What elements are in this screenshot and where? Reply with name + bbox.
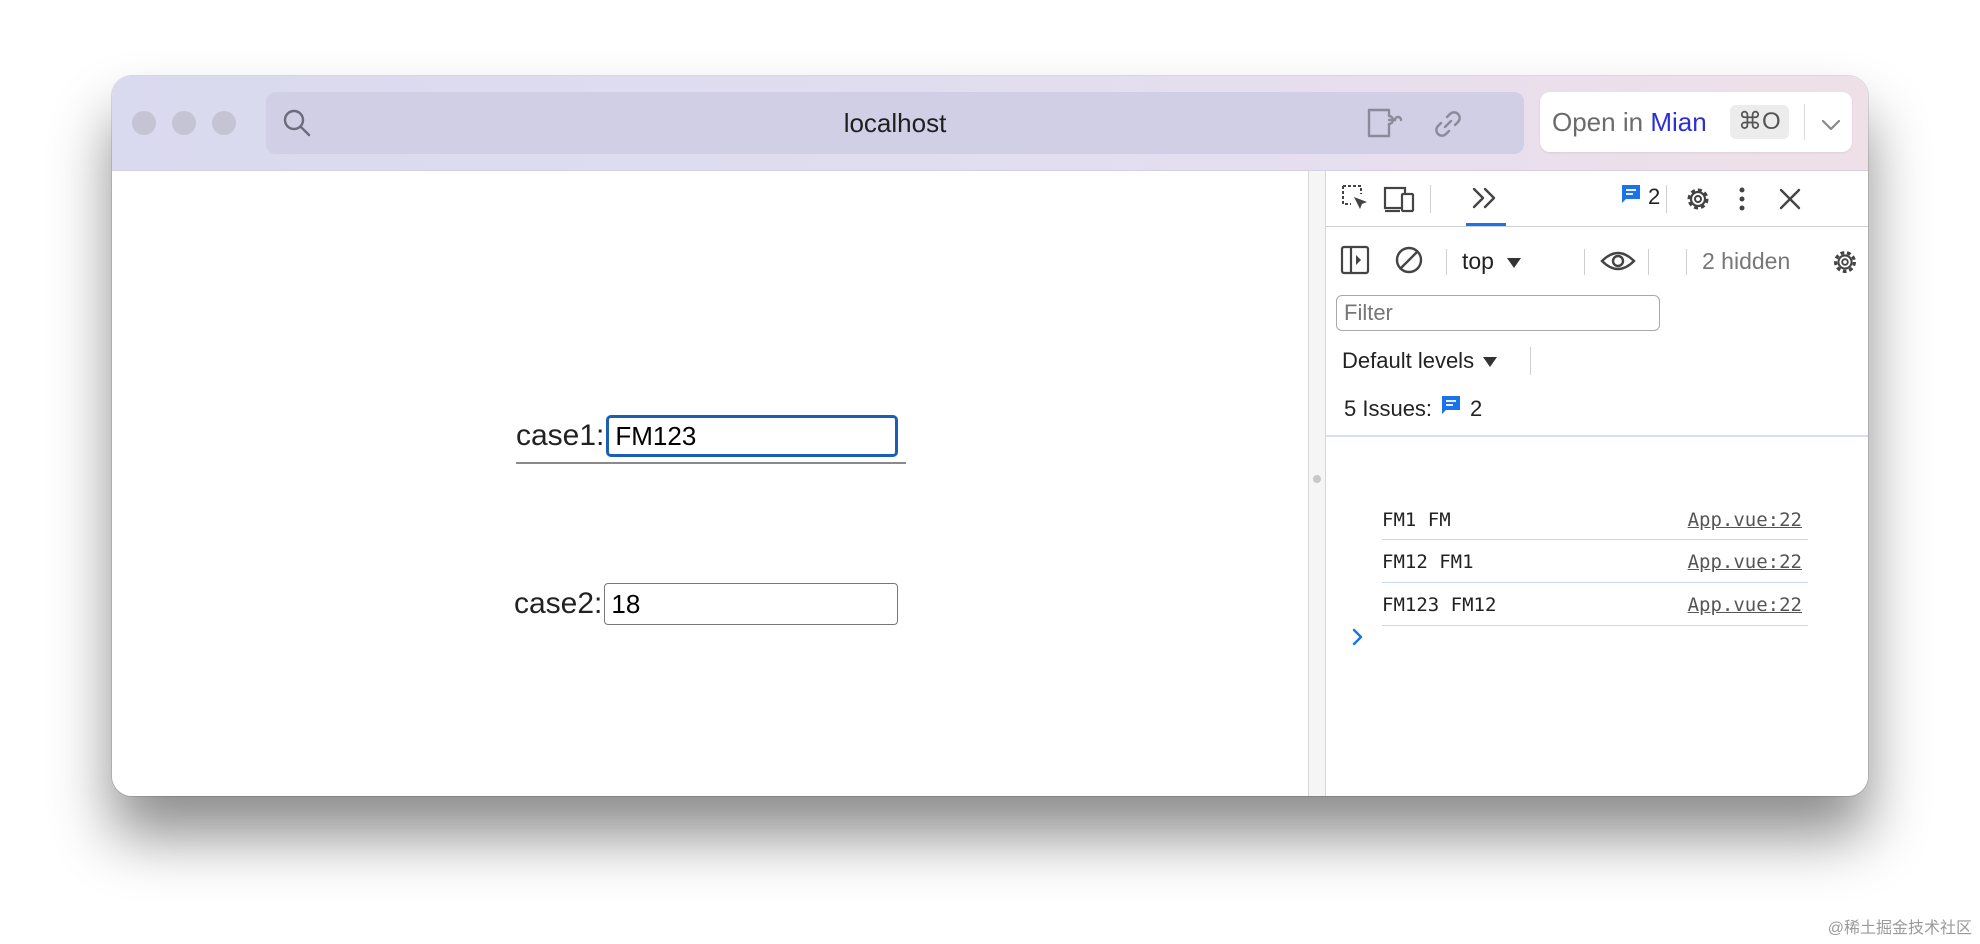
- context-label: top: [1462, 248, 1494, 274]
- case1-row: case1:: [516, 415, 899, 457]
- clear-console-icon[interactable]: [1394, 245, 1424, 280]
- case2-input[interactable]: [604, 583, 899, 625]
- close-icon[interactable]: [1776, 185, 1804, 218]
- case1-label: case1:: [516, 419, 605, 452]
- levels-label: Default levels: [1342, 348, 1475, 373]
- log-message: FM12 FM1: [1382, 551, 1474, 573]
- device-toolbar-icon[interactable]: [1382, 183, 1416, 220]
- case2-label: case2:: [514, 587, 603, 620]
- title-bar: localhost Open in Mian ⌘O: [112, 76, 1868, 171]
- log-source-link[interactable]: App.vue:22: [1688, 499, 1802, 541]
- log-source-link[interactable]: App.vue:22: [1688, 584, 1802, 626]
- case2-row: case2:: [514, 583, 899, 625]
- filter-input[interactable]: Filter: [1336, 295, 1660, 331]
- context-selector[interactable]: top: [1462, 241, 1522, 281]
- log-levels-dropdown[interactable]: Default levels: [1342, 341, 1498, 381]
- console-log-entry: FM12 FM1 App.vue:22: [1382, 541, 1808, 583]
- chevron-down-icon[interactable]: [1820, 112, 1842, 143]
- extension-icon[interactable]: [1366, 106, 1406, 145]
- devtools-panel: 2 top 2 hidden Filter Default levels 5 I…: [1326, 171, 1868, 796]
- eye-icon[interactable]: [1600, 247, 1636, 280]
- issues-summary[interactable]: 5 Issues: 2: [1344, 389, 1482, 429]
- issues-label: 5 Issues:: [1344, 396, 1433, 421]
- divider: [1804, 104, 1805, 140]
- log-message: FM1 FM: [1382, 509, 1451, 531]
- caret-down-icon: [1482, 341, 1498, 381]
- sidebar-toggle-icon[interactable]: [1340, 245, 1370, 280]
- minimize-window-button[interactable]: [172, 111, 196, 135]
- message-icon: [1620, 183, 1642, 211]
- message-count: 2: [1648, 184, 1661, 209]
- page-content: case1: case2:: [112, 171, 1308, 796]
- log-source-link[interactable]: App.vue:22: [1688, 541, 1802, 583]
- shortcut-badge: ⌘O: [1730, 105, 1789, 139]
- watermark: @稀土掘金技术社区: [1827, 920, 1972, 937]
- gear-icon[interactable]: [1682, 183, 1714, 220]
- zoom-window-button[interactable]: [212, 111, 236, 135]
- log-message: FM123 FM12: [1382, 594, 1497, 616]
- kebab-menu-icon[interactable]: [1734, 183, 1750, 220]
- issues-count: 2: [1470, 396, 1483, 421]
- url-host: localhost: [843, 108, 947, 138]
- browser-window: localhost Open in Mian ⌘O case1: case2:: [112, 76, 1868, 796]
- open-in-label: Open in: [1552, 107, 1644, 137]
- hidden-count: 2 hidden: [1702, 248, 1791, 274]
- link-icon[interactable]: [1432, 108, 1464, 145]
- console-settings-gear-icon[interactable]: [1830, 247, 1860, 282]
- devtools-resize-handle[interactable]: [1308, 171, 1326, 796]
- case1-input[interactable]: [606, 415, 899, 457]
- divider: [516, 462, 906, 464]
- console-prompt-chevron-icon[interactable]: [1350, 627, 1366, 652]
- more-tabs-icon[interactable]: [1470, 183, 1502, 218]
- messages-badge[interactable]: 2: [1620, 183, 1660, 211]
- caret-down-icon: [1506, 241, 1522, 281]
- close-window-button[interactable]: [132, 111, 156, 135]
- app-name: Mian: [1650, 107, 1707, 137]
- inspect-element-icon[interactable]: [1340, 183, 1372, 220]
- console-log-entry: FM123 FM12 App.vue:22: [1382, 584, 1808, 626]
- message-icon: [1440, 389, 1462, 429]
- open-in-app-button[interactable]: Open in Mian ⌘O: [1540, 92, 1852, 152]
- address-bar[interactable]: localhost: [266, 92, 1524, 154]
- console-log-entry: FM1 FM App.vue:22: [1382, 499, 1808, 541]
